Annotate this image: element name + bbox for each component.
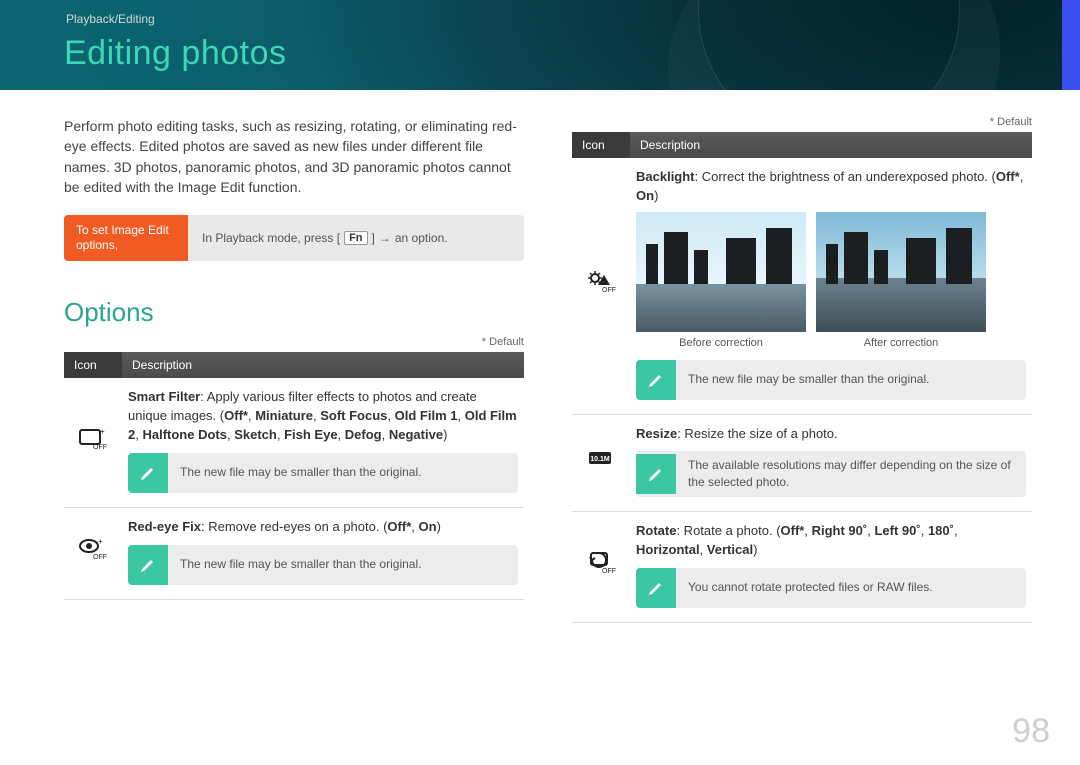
left-column: Perform photo editing tasks, such as res… [64,116,524,623]
note-text: The new file may be smaller than the ori… [168,458,433,487]
instruction-body: In Playback mode, press [ Fn ] → an opti… [188,215,524,261]
svg-text:OFF: OFF [93,444,107,450]
svg-text:+: + [100,427,105,436]
page: Playback/Editing Editing photos Perform … [0,0,1080,765]
page-title: Editing photos [64,34,287,73]
before-image-wrap: Before correction [636,212,806,352]
note-text: You cannot rotate protected files or RAW… [676,573,945,602]
arrow-icon: → [379,231,391,245]
pen-icon [128,453,168,493]
header-banner: Playback/Editing Editing photos [0,0,1080,90]
instruction-pre: In Playback mode, press [ [202,231,340,245]
redeye-desc: Red-eye Fix: Remove red-eyes on a photo.… [128,518,518,537]
after-image-wrap: After correction [816,212,986,352]
rotate-desc: Rotate: Rotate a photo. (Off*, Right 90˚… [636,522,1026,560]
blue-tab [1062,0,1080,90]
default-note-right: * Default [572,116,1032,128]
fn-key-icon: Fn [344,231,367,245]
note-box: The available resolutions may differ dep… [636,451,1026,497]
svg-text:OFF: OFF [93,554,107,560]
resize-desc: Resize: Resize the size of a photo. [636,425,1026,444]
col-header-icon: Icon [572,132,630,158]
table-row: OFF Backlight: Correct the brightness of… [572,158,1032,414]
backlight-icon: OFF [586,269,616,293]
before-image [636,212,806,332]
col-header-icon: Icon [64,352,122,378]
svg-text:OFF: OFF [602,287,616,293]
instruction-label: To set Image Edit options, [64,215,188,261]
before-caption: Before correction [636,336,806,352]
after-caption: After correction [816,336,986,352]
options-table-left: Icon Description + OFF Smart Filter: Appl… [64,352,524,599]
page-number: 98 [1012,712,1050,751]
note-box: The new file may be smaller than the ori… [636,360,1026,400]
pen-icon [636,360,676,400]
rotate-icon: OFF [586,550,616,574]
svg-text:10.1M: 10.1M [590,456,610,463]
resize-icon: 10.1M [586,446,616,470]
options-heading: Options [64,297,524,328]
redeye-icon: + OFF [78,536,108,560]
note-box: You cannot rotate protected files or RAW… [636,568,1026,608]
after-image [816,212,986,332]
note-box: The new file may be smaller than the ori… [128,453,518,493]
smart-filter-icon: + OFF [78,426,108,450]
table-row: + OFF Red-eye Fix: Remove red-eyes on a p… [64,507,524,599]
col-header-desc: Description [122,352,524,378]
table-row: + OFF Smart Filter: Apply various filter … [64,378,524,507]
instruction-row: To set Image Edit options, In Playback m… [64,215,524,261]
col-header-desc: Description [630,132,1032,158]
note-text: The available resolutions may differ dep… [676,451,1026,497]
pen-icon [636,454,676,494]
instruction-post: an option. [395,231,448,245]
svg-text:OFF: OFF [602,568,616,574]
note-text: The new file may be smaller than the ori… [168,550,433,579]
right-column: * Default Icon Description OFF Backl [572,116,1032,623]
pen-icon [128,545,168,585]
note-box: The new file may be smaller than the ori… [128,545,518,585]
pen-icon [636,568,676,608]
before-after-row: Before correction [636,212,1026,352]
svg-text:+: + [98,537,103,546]
note-text: The new file may be smaller than the ori… [676,365,941,394]
options-table-right: Icon Description OFF Backlight: Correct … [572,132,1032,623]
table-row: 10.1M Resize: Resize the size of a photo… [572,414,1032,511]
smart-filter-desc: Smart Filter: Apply various filter effec… [128,388,518,445]
default-note-left: * Default [64,336,524,348]
table-row: OFF Rotate: Rotate a photo. (Off*, Right… [572,512,1032,623]
breadcrumb: Playback/Editing [66,12,155,26]
instruction-bracket: ] [372,231,375,245]
backlight-desc: Backlight: Correct the brightness of an … [636,168,1026,206]
intro-text: Perform photo editing tasks, such as res… [64,116,524,197]
